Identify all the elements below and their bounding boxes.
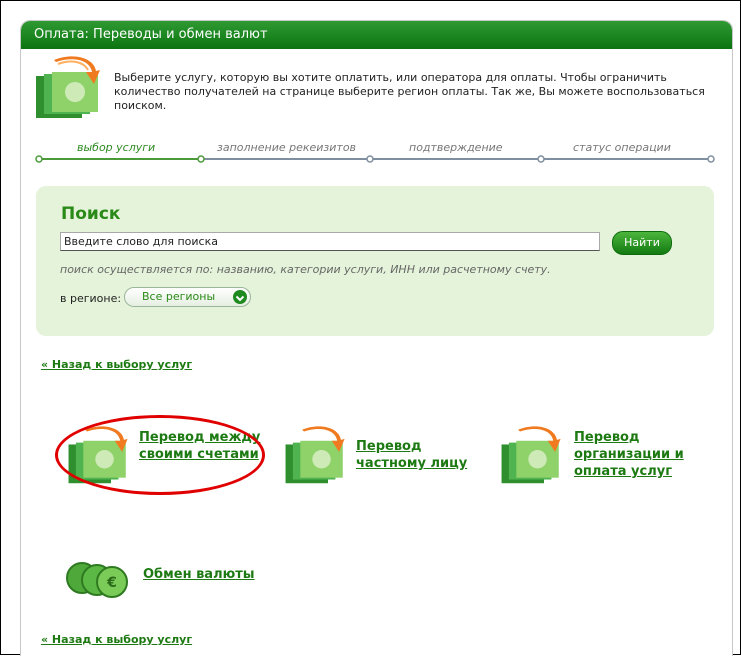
region-value: Все регионы	[142, 290, 216, 303]
region-label: в регионе:	[60, 292, 122, 305]
panel-title: Оплата: Переводы и обмен валют	[21, 21, 732, 49]
service-transfer-person[interactable]: Перевод частному лицу	[283, 426, 483, 486]
progress-steps: выбор услуги заполнение рекеизитов подтв…	[35, 141, 715, 171]
region-select[interactable]: Все регионы	[124, 287, 251, 307]
svg-text:€: €	[106, 575, 117, 591]
back-to-services-link-top[interactable]: « Назад к выбору услуг	[41, 358, 192, 371]
search-button[interactable]: Найти	[612, 231, 672, 255]
search-hint: поиск осуществляется по: названию, катег…	[60, 263, 551, 276]
service-label[interactable]: Перевод организации и оплата услуг	[574, 429, 709, 480]
service-label[interactable]: Перевод частному лицу	[356, 438, 476, 472]
step-confirmation: подтверждение	[409, 141, 503, 154]
money-transfer-icon	[285, 426, 345, 484]
intro-text: Выберите услугу, которую вы хотите оплат…	[114, 71, 705, 112]
service-currency-exchange[interactable]: € Обмен валюты	[66, 556, 286, 601]
step-select-service: выбор услуги	[77, 141, 156, 154]
back-to-services-link-bottom[interactable]: « Назад к выбору услуг	[41, 633, 192, 646]
main-panel: Оплата: Переводы и обмен валют Выберите …	[20, 20, 733, 656]
money-transfer-icon	[501, 426, 561, 484]
service-label[interactable]: Обмен валюты	[143, 566, 283, 583]
step-operation-status: статус операции	[573, 141, 671, 154]
step-fill-details: заполнение рекеизитов	[217, 141, 357, 154]
money-transfer-icon	[36, 56, 100, 118]
search-title: Поиск	[61, 204, 121, 224]
service-transfer-org[interactable]: Перевод организации и оплата услуг	[499, 426, 719, 486]
coins-icon: €	[66, 562, 128, 598]
search-panel: Поиск Найти поиск осуществляется по: наз…	[36, 186, 714, 336]
search-input[interactable]	[60, 232, 600, 251]
highlight-oval	[55, 415, 265, 495]
chevron-down-icon	[233, 290, 247, 304]
